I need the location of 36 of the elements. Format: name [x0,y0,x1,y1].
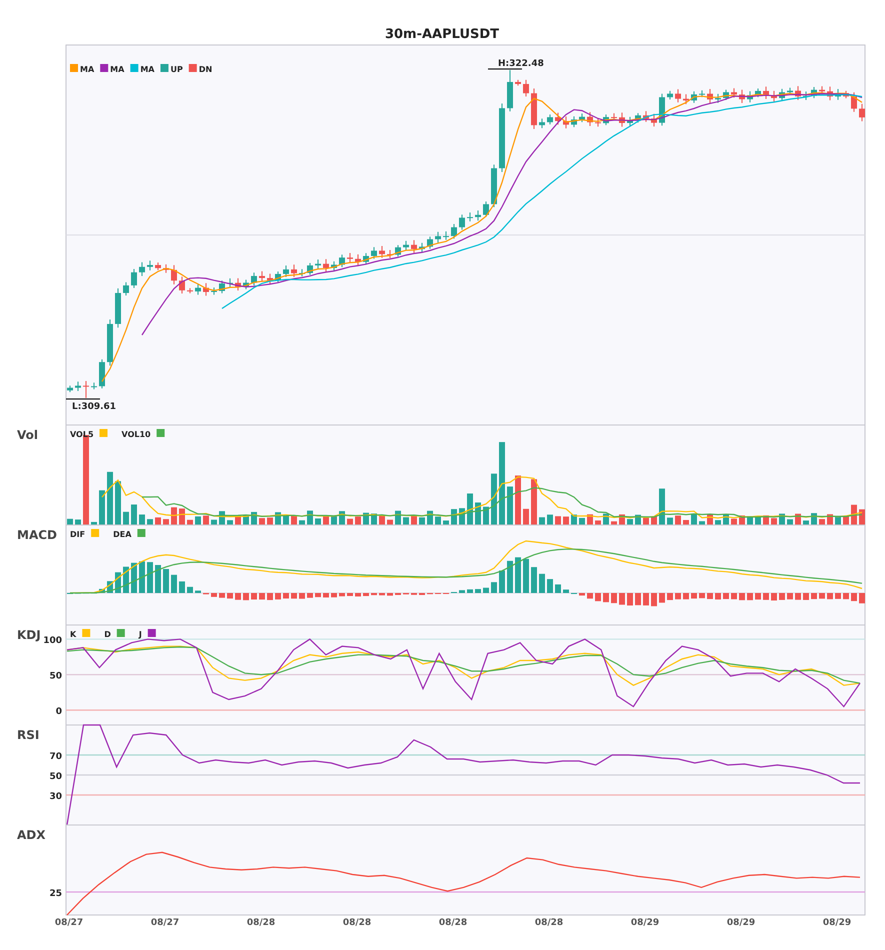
x-axis-label: 08/28 [438,918,468,928]
x-axis-label: 08/27 [150,918,180,928]
legend-label: MA [140,65,154,74]
axis-tick-label: 0 [56,707,62,718]
legend-label: MA [80,65,94,74]
legend-label: J [138,630,142,639]
chart-title: 30m-AAPLUSDT [384,27,500,42]
axis-tick-label: 100 [43,636,62,646]
x-axis-label: 08/27 [54,918,84,928]
x-axis-label: 08/28 [342,918,372,928]
high-price-label: H:322.48 [498,59,544,69]
panel-label: RSI [17,728,40,742]
axis-tick-label: 70 [49,752,62,762]
axis-tick-label: 50 [49,672,62,682]
legend-label: VOL5 [70,430,94,439]
panel-label: KDJ [17,628,41,642]
axis-tick-label: 50 [49,772,62,782]
legend-label: DN [198,65,212,74]
legend-label: D [104,630,111,639]
x-axis-label: 08/28 [246,918,276,928]
x-axis-label: 08/29 [630,918,660,928]
axis-tick-label: 25 [49,889,62,899]
legend-label: UP [170,65,183,74]
panel-label: ADX [17,828,46,842]
x-axis-label: 08/29 [726,918,756,928]
panel-label: Vol [17,428,38,442]
low-price-label: L:309.61 [72,402,116,412]
legend-label: DEA [113,530,132,539]
legend-label: DIF [70,530,86,539]
axis-tick-label: 30 [49,792,62,802]
x-axis-label: 08/28 [534,918,564,928]
x-axis-label: 08/29 [822,918,852,928]
legend-label: VOL10 [122,430,151,439]
legend-label: K [70,630,76,639]
panel-label: MACD [17,528,57,542]
legend-label: MA [110,65,124,74]
